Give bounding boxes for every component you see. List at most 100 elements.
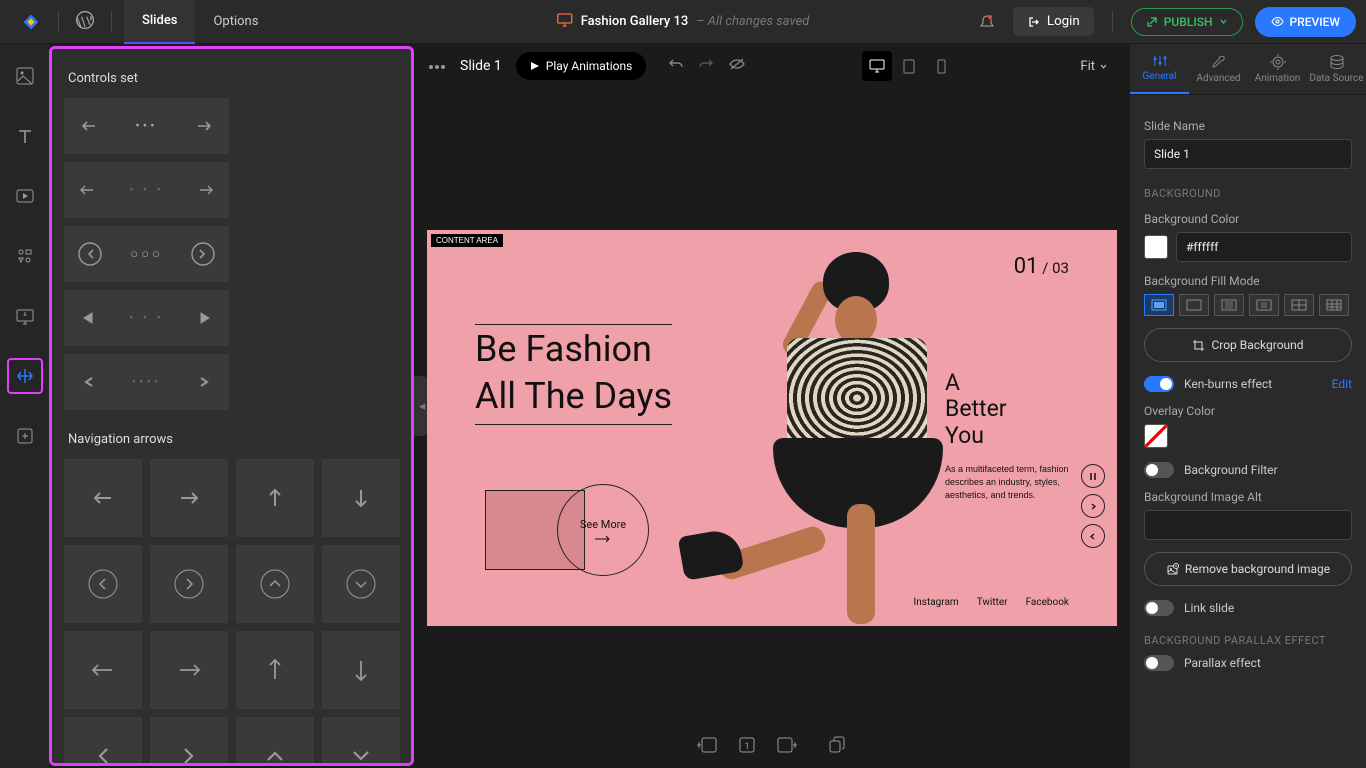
controlset-5[interactable]: •••• xyxy=(64,354,229,410)
inspector-tab-animation[interactable]: Animation xyxy=(1248,44,1307,94)
next-icon[interactable] xyxy=(1081,494,1105,518)
navarrow-up-circle[interactable] xyxy=(236,545,314,623)
tool-controls[interactable] xyxy=(7,238,43,274)
parallax-toggle[interactable] xyxy=(1144,655,1174,671)
navarrow-down-thin[interactable] xyxy=(322,631,400,709)
fillmode-grid[interactable] xyxy=(1319,294,1349,316)
seemore-link[interactable]: See More xyxy=(485,484,649,576)
bg-alt-input[interactable] xyxy=(1144,510,1352,540)
device-tablet[interactable] xyxy=(894,51,924,81)
navarrow-left-thin[interactable] xyxy=(64,631,142,709)
link-slide-toggle[interactable] xyxy=(1144,600,1174,616)
fillmode-cover[interactable] xyxy=(1144,294,1174,316)
content-area-badge: CONTENT AREA xyxy=(431,234,503,247)
navarrow-right-thin[interactable] xyxy=(150,631,228,709)
fillmode-center[interactable] xyxy=(1249,294,1279,316)
chevron-down[interactable] xyxy=(322,717,400,766)
wordpress-icon[interactable] xyxy=(75,10,95,34)
top-tabs: Slides Options xyxy=(124,0,276,44)
tool-video[interactable] xyxy=(7,178,43,214)
navarrow-right[interactable] xyxy=(150,459,228,537)
hero-subtext: A Better You As a multifaceted term, fas… xyxy=(945,370,1075,502)
slide-name-input[interactable] xyxy=(1144,139,1352,169)
navarrow-up[interactable] xyxy=(236,459,314,537)
tool-image[interactable] xyxy=(7,58,43,94)
controlset-4[interactable]: • • • xyxy=(64,290,229,346)
play-animations-button[interactable]: Play Animations xyxy=(516,52,647,80)
navarrow-up-thin[interactable] xyxy=(236,631,314,709)
navarrow-down[interactable] xyxy=(322,459,400,537)
kenburns-toggle[interactable] xyxy=(1144,376,1174,392)
device-desktop[interactable] xyxy=(862,51,892,81)
topbar: Slides Options Fashion Gallery 13 – All … xyxy=(0,0,1366,44)
slide-label: Slide 1 xyxy=(460,58,502,74)
bgfilter-toggle[interactable] xyxy=(1144,462,1174,478)
slide-position-icon[interactable]: 1 xyxy=(732,730,762,760)
bg-color-input[interactable] xyxy=(1176,232,1352,262)
link-slide-label: Link slide xyxy=(1184,601,1234,615)
svg-text:1: 1 xyxy=(744,742,749,752)
prev-icon[interactable] xyxy=(1081,524,1105,548)
tab-slides[interactable]: Slides xyxy=(124,0,195,44)
controlset-2[interactable]: • • • xyxy=(64,162,229,218)
divider xyxy=(1112,11,1113,33)
kenburns-edit-link[interactable]: Edit xyxy=(1332,377,1352,391)
inspector-tab-datasource[interactable]: Data Source xyxy=(1307,44,1366,94)
tool-navigation[interactable] xyxy=(7,358,43,394)
fillmode-stretch[interactable] xyxy=(1214,294,1244,316)
undo-icon[interactable] xyxy=(668,57,684,75)
fill-mode-label: Background Fill Mode xyxy=(1144,274,1352,288)
crop-background-button[interactable]: Crop Background xyxy=(1144,328,1352,362)
bottom-toolbar: 1 xyxy=(692,730,852,760)
remove-bg-button[interactable]: Remove background image xyxy=(1144,552,1352,586)
bgfilter-label: Background Filter xyxy=(1184,463,1278,477)
navarrow-left-circle[interactable] xyxy=(64,545,142,623)
bg-alt-label: Background Image Alt xyxy=(1144,490,1352,504)
hero-title: Be Fashion All The Days xyxy=(475,324,672,425)
tool-embed[interactable] xyxy=(7,298,43,334)
more-icon[interactable] xyxy=(428,59,446,74)
navarrow-down-circle[interactable] xyxy=(322,545,400,623)
login-button[interactable]: Login xyxy=(1013,7,1094,36)
copy-slide-icon[interactable] xyxy=(822,730,852,760)
navarrow-right-circle[interactable] xyxy=(150,545,228,623)
pause-icon[interactable] xyxy=(1081,464,1105,488)
controlset-3[interactable]: ○○○ xyxy=(64,226,229,282)
inspector-tab-general[interactable]: General xyxy=(1130,44,1189,94)
chevron-up[interactable] xyxy=(236,717,314,766)
parallax-section: BACKGROUND PARALLAX EFFECT xyxy=(1144,634,1352,647)
preview-label: PREVIEW xyxy=(1290,15,1340,29)
slide-preview[interactable]: CONTENT AREA 01 / 03 Be Fashion All The … xyxy=(427,230,1117,626)
login-label: Login xyxy=(1047,14,1080,29)
chevron-left[interactable] xyxy=(64,717,142,766)
dots-icon: • • • xyxy=(129,183,164,198)
social-facebook[interactable]: Facebook xyxy=(1026,597,1069,608)
bg-color-swatch[interactable] xyxy=(1144,235,1168,259)
zoom-dropdown[interactable]: Fit xyxy=(1072,59,1116,74)
publish-button[interactable]: PUBLISH xyxy=(1131,8,1243,36)
redo-icon[interactable] xyxy=(698,57,714,75)
navarrow-left[interactable] xyxy=(64,459,142,537)
inspector-tab-advanced[interactable]: Advanced xyxy=(1189,44,1248,94)
fillmode-contain[interactable] xyxy=(1179,294,1209,316)
social-instagram[interactable]: Instagram xyxy=(914,597,959,608)
preview-button[interactable]: PREVIEW xyxy=(1255,7,1356,37)
device-picker xyxy=(862,51,956,81)
controls-set-heading: Controls set xyxy=(68,71,395,86)
tab-options[interactable]: Options xyxy=(195,0,276,44)
add-slide-after-icon[interactable] xyxy=(772,730,802,760)
tool-text[interactable] xyxy=(7,118,43,154)
fillmode-tile[interactable] xyxy=(1284,294,1314,316)
device-mobile[interactable] xyxy=(926,51,956,81)
visibility-off-icon[interactable] xyxy=(728,57,746,75)
tool-add[interactable] xyxy=(7,418,43,454)
controlset-1[interactable]: ••• xyxy=(64,98,229,154)
overlay-color-swatch[interactable] xyxy=(1144,424,1168,448)
app-logo[interactable] xyxy=(20,11,42,33)
notifications-icon[interactable] xyxy=(973,8,1001,36)
social-links: Instagram Twitter Facebook xyxy=(914,597,1069,608)
social-twitter[interactable]: Twitter xyxy=(977,597,1008,608)
controls-panel: Controls set ••• • • • ○○○ • • • xyxy=(49,46,414,766)
add-slide-before-icon[interactable] xyxy=(692,730,722,760)
chevron-right[interactable] xyxy=(150,717,228,766)
